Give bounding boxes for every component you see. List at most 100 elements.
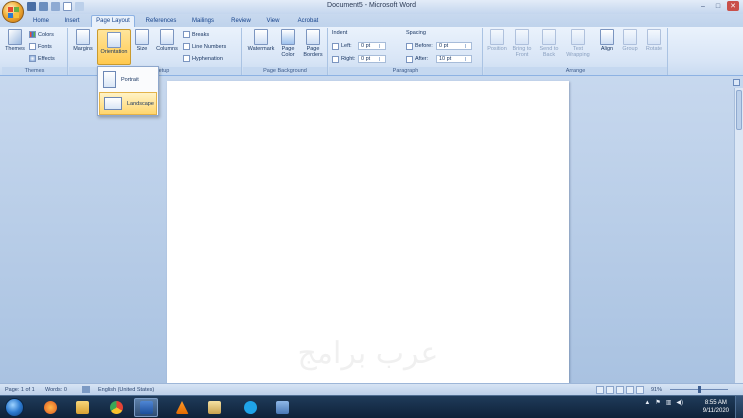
zoom-slider-knob[interactable] [698,386,701,393]
volume-icon[interactable]: ◀) [676,399,683,406]
print-layout-view-button[interactable] [596,386,604,394]
colors-label: Colors [38,31,54,38]
maximize-button[interactable]: □ [712,1,724,11]
size-button[interactable]: Size [133,29,151,52]
margins-button[interactable]: Margins [71,29,95,52]
align-button[interactable]: Align [597,29,617,52]
landscape-label: Landscape [127,100,154,107]
columns-button[interactable]: Columns [154,29,180,52]
web-layout-view-button[interactable] [616,386,624,394]
watermark-icon [254,29,268,45]
word-taskbar-icon[interactable] [134,398,158,417]
chrome-taskbar-icon[interactable] [104,398,128,417]
orientation-landscape-item[interactable]: Landscape [99,92,157,115]
spacing-before-input[interactable]: 0 pt [436,42,472,50]
screen-taskbar-icon[interactable] [270,398,294,417]
text-wrapping-label-2: Wrapping [566,52,590,58]
hyphenation-label: Hyphenation [192,55,223,62]
vlc-taskbar-icon[interactable] [170,398,194,417]
watermark-button[interactable]: Watermark [245,29,277,52]
line-numbers-button[interactable]: Line Numbers [183,43,226,50]
send-to-back-button[interactable]: Send to Back [537,29,561,58]
firefox-taskbar-icon[interactable] [38,398,62,417]
tab-mailings[interactable]: Mailings [188,16,218,27]
show-hidden-icons-icon[interactable]: ▲ [644,400,650,406]
page-borders-icon [306,29,320,45]
office-button[interactable] [2,1,24,23]
close-button[interactable]: ✕ [727,1,739,11]
document-page[interactable]: عرب برامج [167,81,569,383]
network-icon[interactable]: ▥ [666,399,672,406]
outline-view-button[interactable] [626,386,634,394]
breaks-button[interactable]: Breaks [183,31,209,38]
page-background-group-label: Page Background [243,67,327,75]
tab-insert[interactable]: Insert [60,16,84,27]
tab-home[interactable]: Home [30,16,52,27]
breaks-label: Breaks [192,31,210,38]
themes-group-label: Themes [2,67,67,75]
vertical-scrollbar[interactable] [734,88,743,383]
indent-right-label: Right: [341,56,356,62]
page-count[interactable]: Page: 1 of 1 [5,387,35,393]
view-ruler-button[interactable] [733,79,740,86]
page-color-label-2: Color [281,52,295,58]
margins-icon [76,29,90,45]
minimize-button[interactable]: – [697,1,709,11]
indent-heading: Indent [332,30,347,36]
text-wrapping-button[interactable]: Text Wrapping [564,29,592,58]
document-area: عرب برامج [0,76,743,383]
orientation-portrait-item[interactable]: Portrait [99,68,157,91]
orientation-button[interactable]: Orientation [97,29,131,65]
spacing-heading: Spacing [406,30,426,36]
group-button[interactable]: Group [620,29,640,52]
taskbar: ▲ ⚑ ▥ ◀) 8:55 AM 9/11/2020 [0,395,743,418]
full-screen-reading-view-button[interactable] [606,386,614,394]
title-bar: Document5 - Microsoft Word – □ ✕ [0,0,743,14]
bring-to-front-button[interactable]: Bring to Front [510,29,534,58]
start-button[interactable] [5,398,24,417]
orientation-menu: Portrait Landscape [97,66,159,116]
tab-page-layout[interactable]: Page Layout [91,15,135,27]
bring-to-front-icon [515,29,529,45]
show-desktop-button[interactable] [735,396,743,418]
ribbon-tabs: Home Insert Page Layout References Maili… [0,14,743,27]
line-numbers-icon [183,43,190,50]
group-themes: Themes Colors Fonts Effects Themes [2,28,68,75]
indent-left-label: Left: [341,43,352,49]
tab-acrobat[interactable]: Acrobat [293,16,323,27]
position-button[interactable]: Position [486,29,508,52]
send-to-back-label-2: Back [542,52,556,58]
align-label: Align [600,46,614,52]
fonts-button[interactable]: Fonts [29,43,52,50]
zoom-level[interactable]: 91% [651,387,662,393]
flag-icon[interactable]: ⚑ [655,399,660,406]
themes-button[interactable]: Themes [4,29,26,52]
hyphenation-button[interactable]: Hyphenation [183,55,223,62]
proofing-icon[interactable] [82,386,90,393]
text-wrapping-icon [571,29,585,45]
explorer-taskbar-icon[interactable] [70,398,94,417]
spacing-after-input[interactable]: 10 pt [436,55,472,63]
themes-icon [8,29,22,45]
tab-view[interactable]: View [263,16,283,27]
page-borders-button[interactable]: Page Borders [301,29,325,58]
page-color-button[interactable]: Page Color [278,29,298,58]
indent-left-input[interactable]: 0 pt [358,42,386,50]
folder-taskbar-icon[interactable] [202,398,226,417]
effects-button[interactable]: Effects [29,55,55,62]
clock[interactable]: 8:55 AM 9/11/2020 [703,399,729,415]
tab-review[interactable]: Review [228,16,254,27]
colors-button[interactable]: Colors [29,31,54,38]
orientation-icon [107,32,121,48]
group-arrange: Position Bring to Front Send to Back Tex… [484,28,668,75]
rotate-button[interactable]: Rotate [643,29,665,52]
word-count[interactable]: Words: 0 [45,387,67,393]
colors-icon [29,31,36,38]
skype-taskbar-icon[interactable] [238,398,262,417]
tab-references[interactable]: References [143,16,179,27]
draft-view-button[interactable] [636,386,644,394]
indent-right-input[interactable]: 0 pt [358,55,386,63]
scrollbar-thumb[interactable] [736,90,742,130]
effects-icon [29,55,36,62]
language-indicator[interactable]: English (United States) [98,387,154,393]
